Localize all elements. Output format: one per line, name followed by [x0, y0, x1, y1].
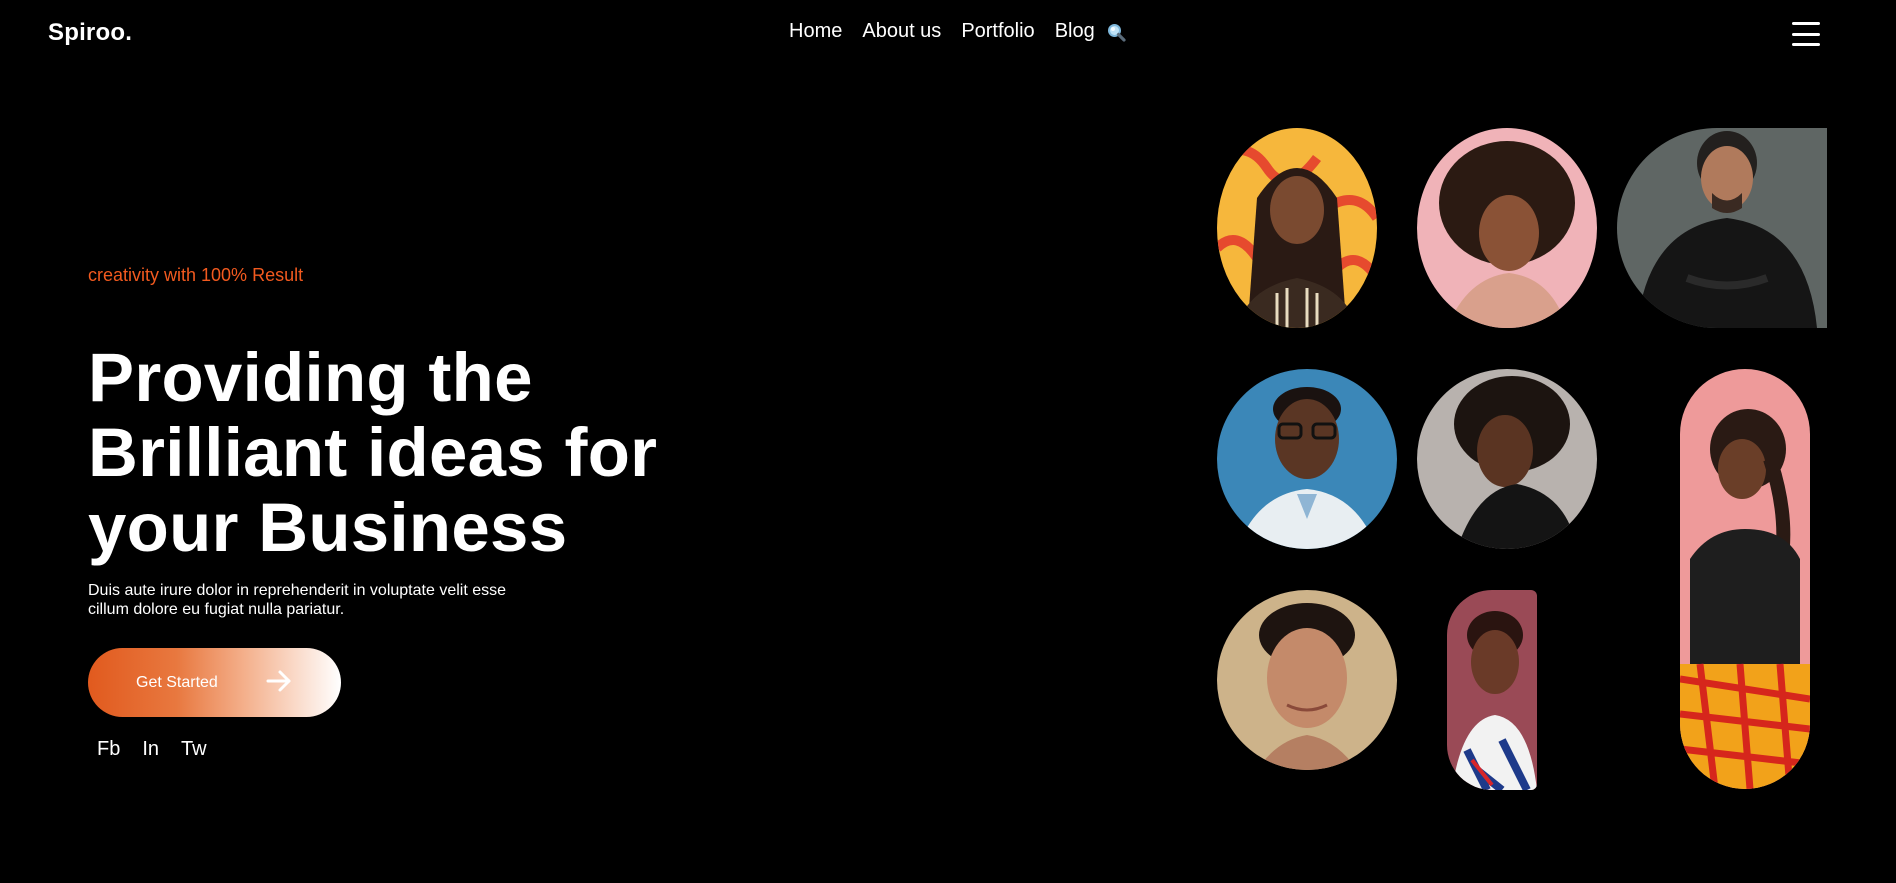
portrait-photo	[1217, 128, 1377, 328]
nav-link-blog[interactable]: Blog	[1055, 20, 1095, 43]
portrait-photo	[1680, 369, 1810, 789]
description-line: cillum dolore eu fugiat nulla pariatur.	[88, 601, 345, 618]
hero-tagline: creativity with 100% Result	[88, 265, 304, 285]
hamburger-menu-icon[interactable]	[1792, 20, 1820, 48]
nav-link-about-us[interactable]: About us	[862, 20, 941, 43]
menu-bar	[1792, 43, 1820, 46]
portrait-photo	[1617, 128, 1827, 328]
social-link-linkedin[interactable]: In	[142, 738, 159, 761]
portrait-photo	[1417, 369, 1597, 549]
get-started-label: Get Started	[136, 673, 218, 691]
hero-description: Duis aute irure dolor in reprehenderit i…	[88, 581, 528, 619]
main-nav: Home About us Portfolio Blog	[789, 20, 1095, 43]
portrait-photo	[1417, 128, 1597, 328]
headline-line: Providing the	[88, 339, 533, 416]
portrait-photo	[1217, 369, 1397, 549]
social-link-facebook[interactable]: Fb	[97, 738, 120, 761]
headline-line: your Business	[88, 489, 568, 566]
description-line: Duis aute irure dolor in reprehenderit i…	[88, 582, 507, 599]
hero-headline: Providing the Brilliant ideas for your B…	[88, 340, 708, 565]
nav-link-portfolio[interactable]: Portfolio	[961, 20, 1034, 43]
get-started-button[interactable]: Get Started	[88, 648, 341, 717]
brand-logo[interactable]: Spiroo.	[48, 19, 132, 47]
headline-line: Brilliant ideas for	[88, 414, 658, 491]
social-links: Fb In Tw	[97, 738, 207, 761]
portrait-photo	[1447, 590, 1537, 790]
arrow-right-icon	[266, 670, 291, 692]
portrait-photo	[1217, 590, 1397, 770]
menu-bar	[1792, 32, 1820, 36]
landing-page: Spiroo. Home About us Portfolio Blog cre…	[0, 0, 1896, 883]
social-link-twitter[interactable]: Tw	[181, 738, 207, 761]
menu-bar	[1792, 22, 1820, 25]
nav-link-home[interactable]: Home	[789, 20, 842, 43]
search-icon[interactable]	[1106, 22, 1128, 44]
